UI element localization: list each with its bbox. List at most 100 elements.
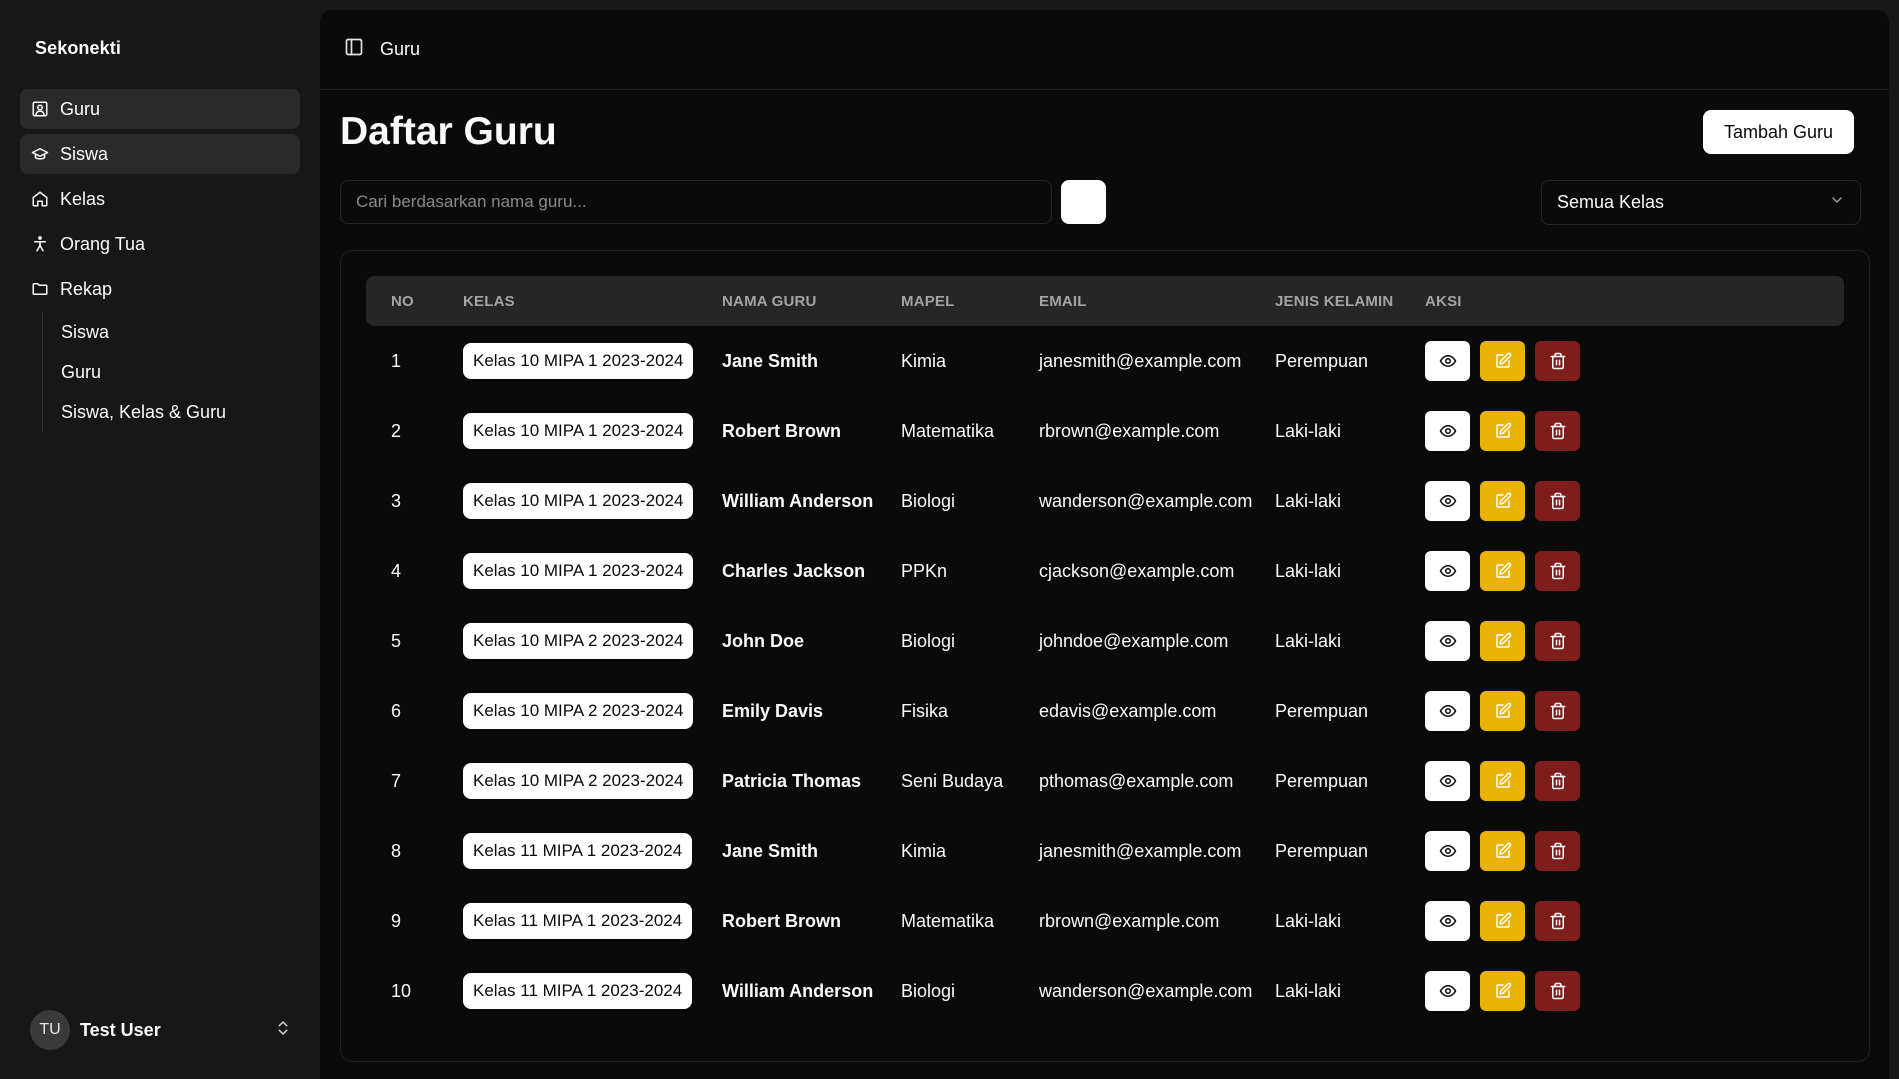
edit-button[interactable] xyxy=(1480,691,1525,731)
delete-button[interactable] xyxy=(1535,691,1580,731)
edit-button[interactable] xyxy=(1480,481,1525,521)
delete-button[interactable] xyxy=(1535,341,1580,381)
cell-aksi xyxy=(1425,606,1580,676)
cell-jenis-kelamin: Laki-laki xyxy=(1275,910,1342,931)
brand-name: Sekonekti xyxy=(35,38,121,58)
view-button[interactable] xyxy=(1425,971,1470,1011)
cell-aksi xyxy=(1425,326,1580,396)
cell-nama-guru: Jane Smith xyxy=(722,350,819,371)
delete-button[interactable] xyxy=(1535,621,1580,661)
user-menu[interactable]: TU Test User xyxy=(30,1010,292,1050)
edit-button[interactable] xyxy=(1480,551,1525,591)
table-row: 10 Kelas 11 MIPA 1 2023-2024 William And… xyxy=(366,956,1844,1026)
topbar: Guru xyxy=(320,10,1889,90)
edit-button[interactable] xyxy=(1480,621,1525,661)
view-button[interactable] xyxy=(1425,551,1470,591)
edit-button[interactable] xyxy=(1480,831,1525,871)
search-input[interactable]: Cari berdasarkan nama guru... xyxy=(340,180,1052,224)
edit-button[interactable] xyxy=(1480,901,1525,941)
cell-aksi xyxy=(1425,886,1580,956)
sidebar-item-rekap[interactable]: Rekap xyxy=(20,269,300,309)
sidebar-item-guru[interactable]: Guru xyxy=(20,89,300,129)
delete-button[interactable] xyxy=(1535,761,1580,801)
cell-mapel: Seni Budaya xyxy=(901,770,1004,791)
chevrons-up-down-icon xyxy=(274,1019,292,1042)
class-badge: Kelas 11 MIPA 1 2023-2024 xyxy=(463,903,693,939)
view-button[interactable] xyxy=(1425,901,1470,941)
sidebar-item-orang-tua[interactable]: Orang Tua xyxy=(20,224,300,264)
cell-aksi xyxy=(1425,746,1580,816)
folder-icon xyxy=(30,279,50,299)
cell-mapel: Fisika xyxy=(901,700,949,721)
sidebar-subitem-siswa-kelas-guru[interactable]: Siswa, Kelas & Guru xyxy=(61,392,300,432)
delete-button[interactable] xyxy=(1535,481,1580,521)
view-button[interactable] xyxy=(1425,341,1470,381)
cell-aksi xyxy=(1425,816,1580,886)
cell-mapel: Biologi xyxy=(901,630,956,651)
table-row: 6 Kelas 10 MIPA 2 2023-2024 Emily Davis … xyxy=(366,676,1844,746)
cell-kelas: Kelas 10 MIPA 1 2023-2024 xyxy=(463,466,694,536)
add-teacher-button[interactable]: Tambah Guru xyxy=(1702,110,1854,154)
view-button[interactable] xyxy=(1425,691,1470,731)
sidebar-item-kelas[interactable]: Kelas xyxy=(20,179,300,219)
class-badge: Kelas 11 MIPA 1 2023-2024 xyxy=(463,973,693,1009)
view-button[interactable] xyxy=(1425,411,1470,451)
cell-mapel: Biologi xyxy=(901,980,956,1001)
edit-button[interactable] xyxy=(1480,761,1525,801)
column-header-nama-guru: NAMA GURU xyxy=(722,292,817,310)
cell-no: 2 xyxy=(391,420,402,441)
cell-kelas: Kelas 10 MIPA 2 2023-2024 xyxy=(463,746,694,816)
cell-nama-guru: Robert Brown xyxy=(722,420,841,441)
table-header: NO KELAS NAMA GURU MAPEL EMAIL JENIS KEL… xyxy=(366,276,1844,326)
delete-button[interactable] xyxy=(1535,831,1580,871)
column-header-jenis-kelamin: JENIS KELAMIN xyxy=(1275,292,1394,310)
cell-kelas: Kelas 10 MIPA 1 2023-2024 xyxy=(463,326,694,396)
cell-nama-guru: William Anderson xyxy=(722,980,874,1001)
delete-button[interactable] xyxy=(1535,971,1580,1011)
cell-nama-guru: Jane Smith xyxy=(722,840,819,861)
cell-no: 3 xyxy=(391,490,402,511)
edit-button[interactable] xyxy=(1480,341,1525,381)
edit-button[interactable] xyxy=(1480,411,1525,451)
cell-jenis-kelamin: Perempuan xyxy=(1275,700,1369,721)
search-button[interactable] xyxy=(1061,180,1106,224)
sidebar-subitem-siswa[interactable]: Siswa xyxy=(61,312,300,352)
table-row: 9 Kelas 11 MIPA 1 2023-2024 Robert Brown… xyxy=(366,886,1844,956)
trash-icon xyxy=(1550,352,1565,370)
eye-icon xyxy=(1439,495,1456,507)
teacher-table: NO KELAS NAMA GURU MAPEL EMAIL JENIS KEL… xyxy=(340,250,1870,1062)
cell-aksi xyxy=(1425,466,1580,536)
view-button[interactable] xyxy=(1425,761,1470,801)
sidebar-subitem-guru[interactable]: Guru xyxy=(61,352,300,392)
view-button[interactable] xyxy=(1425,831,1470,871)
table-row: 7 Kelas 10 MIPA 2 2023-2024 Patricia Tho… xyxy=(366,746,1844,816)
edit-button[interactable] xyxy=(1480,971,1525,1011)
sidebar-item-label: Kelas xyxy=(60,188,106,209)
table-row: 2 Kelas 10 MIPA 1 2023-2024 Robert Brown… xyxy=(366,396,1844,466)
table-row: 4 Kelas 10 MIPA 1 2023-2024 Charles Jack… xyxy=(366,536,1844,606)
class-badge: Kelas 10 MIPA 1 2023-2024 xyxy=(463,343,694,379)
user-name: Test User xyxy=(80,1019,161,1040)
delete-button[interactable] xyxy=(1535,551,1580,591)
edit-icon xyxy=(1495,562,1511,578)
table-row: 3 Kelas 10 MIPA 1 2023-2024 William Ande… xyxy=(366,466,1844,536)
class-filter-select[interactable]: Semua Kelas xyxy=(1541,180,1861,225)
edit-icon xyxy=(1495,702,1511,718)
trash-icon xyxy=(1550,772,1565,790)
cell-no: 9 xyxy=(391,910,402,931)
sidebar-toggle-icon[interactable] xyxy=(344,37,364,62)
cell-kelas: Kelas 11 MIPA 1 2023-2024 xyxy=(463,956,693,1026)
sidebar-item-label: Rekap xyxy=(60,278,113,299)
cell-mapel: Kimia xyxy=(901,840,947,861)
cell-aksi xyxy=(1425,536,1580,606)
delete-button[interactable] xyxy=(1535,411,1580,451)
cell-mapel: Biologi xyxy=(901,490,956,511)
class-badge: Kelas 10 MIPA 2 2023-2024 xyxy=(463,623,694,659)
sidebar-item-siswa[interactable]: Siswa xyxy=(20,134,300,174)
cell-no: 4 xyxy=(391,560,402,581)
view-button[interactable] xyxy=(1425,621,1470,661)
delete-button[interactable] xyxy=(1535,901,1580,941)
view-button[interactable] xyxy=(1425,481,1470,521)
table-body: 1 Kelas 10 MIPA 1 2023-2024 Jane Smith K… xyxy=(366,326,1844,1026)
cell-no: 10 xyxy=(391,980,412,1001)
